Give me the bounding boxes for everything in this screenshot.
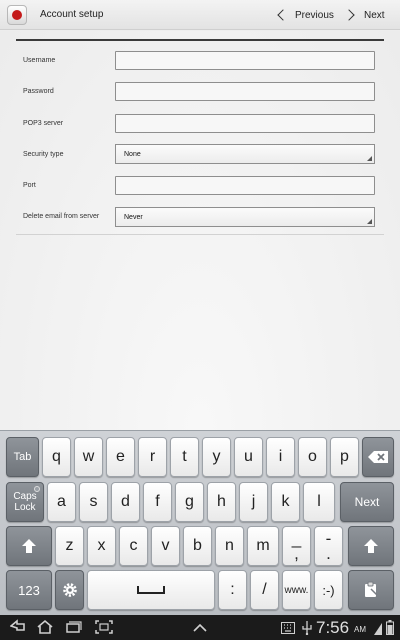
- dropdown-corner-icon: [367, 156, 372, 161]
- security-type-select[interactable]: None: [115, 144, 375, 164]
- back-icon[interactable]: [10, 619, 28, 635]
- security-type-label: Security type: [23, 151, 64, 158]
- password-label: Password: [23, 88, 54, 95]
- action-bar: Account setup Previous Next: [0, 0, 400, 30]
- next-button[interactable]: Next: [343, 0, 385, 30]
- key-c[interactable]: c: [119, 526, 148, 566]
- key-r[interactable]: r: [138, 437, 167, 477]
- password-field[interactable]: [115, 82, 375, 101]
- wifi-signal-icon: [374, 623, 382, 635]
- home-icon[interactable]: [36, 619, 54, 635]
- pop3-server-field[interactable]: [115, 114, 375, 133]
- next-label: Next: [364, 9, 385, 21]
- shift-key-right[interactable]: [348, 526, 394, 566]
- key-m[interactable]: m: [247, 526, 279, 566]
- shift-up-icon: [22, 539, 36, 553]
- on-screen-keyboard: Tab q w e r t y u i o p Caps Lock a s d …: [0, 430, 400, 615]
- form-bottom-divider: [16, 234, 384, 235]
- username-field[interactable]: [115, 51, 375, 70]
- delete-email-select[interactable]: Never: [115, 207, 375, 227]
- gear-icon: [62, 583, 77, 597]
- port-label: Port: [23, 182, 36, 189]
- username-label: Username: [23, 57, 56, 64]
- chevron-left-icon: [277, 9, 289, 21]
- key-g[interactable]: g: [175, 482, 204, 522]
- backspace-icon: [368, 451, 388, 463]
- system-bar: 7:56 AM: [0, 615, 400, 640]
- space-bar-icon: [137, 586, 165, 594]
- previous-button[interactable]: Previous: [276, 0, 334, 30]
- key-l[interactable]: l: [303, 482, 335, 522]
- key-dash-period[interactable]: - .: [314, 526, 343, 566]
- key-www[interactable]: www.: [282, 570, 311, 610]
- key-v[interactable]: v: [151, 526, 180, 566]
- backspace-key[interactable]: [362, 437, 394, 477]
- account-setup-form: Username Password POP3 server Security t…: [0, 31, 400, 430]
- numeric-key[interactable]: 123: [6, 570, 52, 610]
- key-smiley[interactable]: :-): [314, 570, 343, 610]
- shift-key-left[interactable]: [6, 526, 52, 566]
- key-a[interactable]: a: [47, 482, 76, 522]
- key-y[interactable]: y: [202, 437, 231, 477]
- caps-label: Caps: [13, 491, 37, 502]
- battery-icon: [386, 620, 394, 635]
- key-underscore-comma[interactable]: _ ,: [282, 526, 311, 566]
- security-type-value: None: [124, 151, 141, 158]
- key-x[interactable]: x: [87, 526, 116, 566]
- key-z[interactable]: z: [55, 526, 84, 566]
- key-p[interactable]: p: [330, 437, 359, 477]
- caps-indicator-icon: [34, 486, 40, 492]
- key-o[interactable]: o: [298, 437, 327, 477]
- next-key[interactable]: Next: [340, 482, 394, 522]
- key-u[interactable]: u: [234, 437, 263, 477]
- form-top-divider: [16, 39, 384, 41]
- key-j[interactable]: j: [239, 482, 268, 522]
- key-d[interactable]: d: [111, 482, 140, 522]
- recent-apps-icon[interactable]: [64, 619, 82, 635]
- clock-time: 7:56: [316, 618, 350, 637]
- delete-email-label: Delete email from server: [23, 213, 100, 220]
- screenshot-icon[interactable]: [94, 619, 114, 635]
- usb-icon: [302, 621, 312, 635]
- port-field[interactable]: [115, 176, 375, 195]
- delete-email-value: Never: [124, 214, 143, 221]
- key-n[interactable]: n: [215, 526, 244, 566]
- settings-key[interactable]: [55, 570, 84, 610]
- tab-key[interactable]: Tab: [6, 437, 39, 477]
- period-char: .: [326, 544, 331, 563]
- key-b[interactable]: b: [183, 526, 212, 566]
- chevron-right-icon: [343, 9, 355, 21]
- caps-lock-key[interactable]: Caps Lock: [6, 482, 44, 522]
- lock-label: Lock: [14, 502, 36, 513]
- clipboard-key[interactable]: [348, 570, 394, 610]
- clock-ampm: AM: [354, 625, 366, 634]
- space-key[interactable]: [87, 570, 215, 610]
- key-f[interactable]: f: [143, 482, 172, 522]
- key-q[interactable]: q: [42, 437, 71, 477]
- key-t[interactable]: t: [170, 437, 199, 477]
- key-w[interactable]: w: [74, 437, 103, 477]
- key-e[interactable]: e: [106, 437, 135, 477]
- key-i[interactable]: i: [266, 437, 295, 477]
- key-h[interactable]: h: [207, 482, 236, 522]
- keyboard-icon: [281, 622, 295, 634]
- key-colon[interactable]: :: [218, 570, 247, 610]
- page-title: Account setup: [40, 9, 104, 20]
- comma-char: ,: [294, 544, 299, 563]
- pop3-server-label: POP3 server: [23, 120, 64, 127]
- email-app-icon: [7, 5, 27, 25]
- key-slash[interactable]: /: [250, 570, 279, 610]
- previous-label: Previous: [295, 9, 334, 21]
- chevron-up-icon[interactable]: [193, 624, 207, 632]
- key-s[interactable]: s: [79, 482, 108, 522]
- shift-up-icon: [364, 539, 378, 553]
- dropdown-corner-icon: [367, 219, 372, 224]
- clipboard-icon: [365, 581, 378, 597]
- key-k[interactable]: k: [271, 482, 300, 522]
